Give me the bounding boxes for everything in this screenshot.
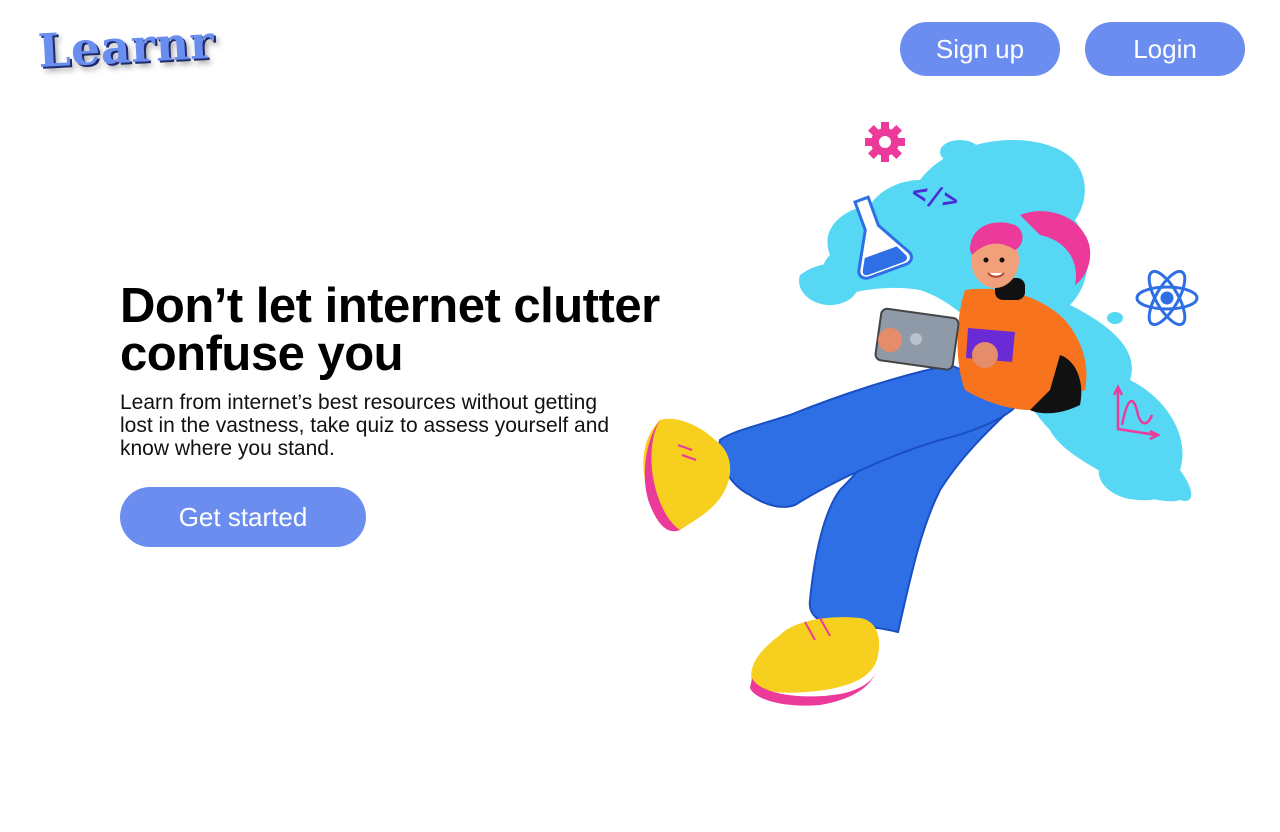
atom-icon xyxy=(1135,269,1199,327)
landing-page: Learnr Sign up Login Don’t let internet … xyxy=(0,0,1280,832)
shoe-left xyxy=(643,418,731,532)
login-button[interactable]: Login xyxy=(1085,22,1245,76)
logo[interactable]: Learnr xyxy=(37,15,216,78)
hand-left xyxy=(878,328,902,352)
hero-subtitle: Learn from internet’s best resources wit… xyxy=(120,391,610,460)
hand-right xyxy=(972,342,998,368)
shoe-right xyxy=(750,617,880,706)
hero-illustration: </> xyxy=(643,122,1199,706)
signup-button[interactable]: Sign up xyxy=(900,22,1060,76)
get-started-button[interactable]: Get started xyxy=(120,487,366,547)
gear-icon xyxy=(865,122,905,162)
